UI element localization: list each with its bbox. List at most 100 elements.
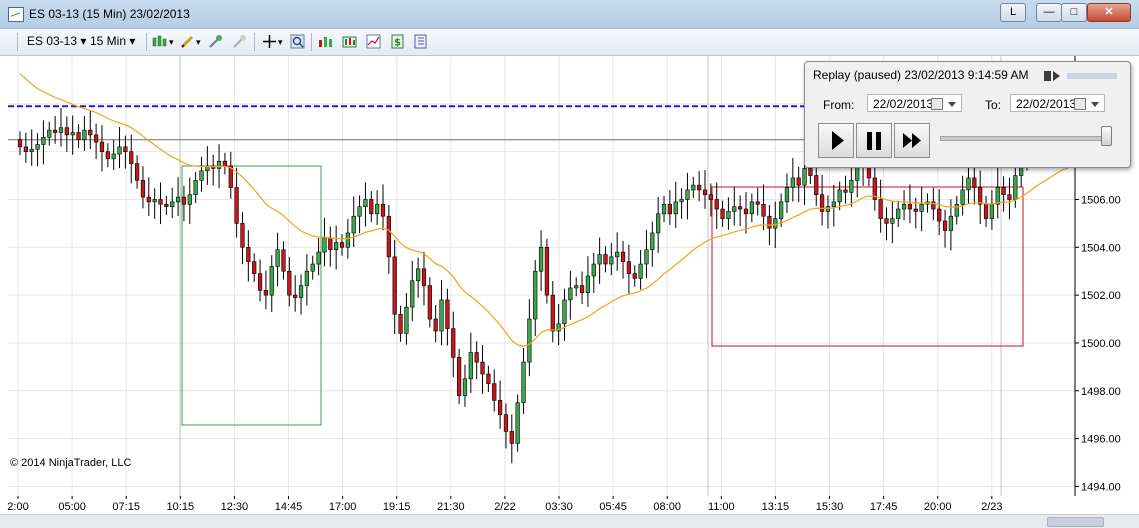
candle-body	[907, 203, 913, 210]
candle-body	[275, 249, 280, 267]
candle-body	[632, 273, 637, 279]
candle-body	[398, 313, 403, 334]
interval-selector[interactable]: 15 Min ▾	[90, 34, 135, 48]
candle-body	[181, 196, 187, 205]
zoom-icon[interactable]	[290, 34, 305, 49]
candle-body	[802, 168, 807, 186]
candle-body	[509, 431, 514, 444]
candle-body	[146, 196, 151, 203]
x-tick-label: 17:45	[870, 501, 898, 513]
from-label: From:	[823, 98, 855, 112]
maximize-button[interactable]: □	[1061, 3, 1087, 22]
candle-body	[942, 220, 948, 231]
y-tick-label: 1502.00	[1081, 290, 1121, 302]
candle-body	[158, 199, 163, 205]
dollar-icon[interactable]: $	[390, 34, 405, 49]
pause-button[interactable]	[856, 123, 892, 158]
chart-toolbar: ES 03-13 ▾ 15 Min ▾ ▾ ▾ ▾ $	[0, 29, 1139, 56]
candle-body	[199, 170, 204, 181]
candle-body	[884, 218, 889, 224]
time-axis: 2:00 05:00 07:15 10:15 12:30 14:45 17:00 19:15 2…	[0, 496, 1139, 514]
replay-speed-slider[interactable]	[1101, 126, 1112, 146]
to-date-picker[interactable]: 22/02/2013	[1010, 94, 1105, 112]
candle-body	[831, 201, 836, 207]
candle-body	[23, 146, 28, 152]
candle-body	[193, 180, 198, 195]
horizontal-scrollbar[interactable]	[0, 514, 1139, 528]
remove-marker-icon[interactable]	[232, 34, 247, 49]
candle-body	[363, 199, 368, 207]
from-date-picker[interactable]: 22/02/2013	[867, 94, 962, 112]
candle-body	[451, 328, 456, 358]
candle-body	[497, 400, 503, 415]
instrument-selector[interactable]: ES 03-13 ▾	[27, 34, 86, 48]
candle-body	[82, 129, 87, 140]
candle-body	[234, 187, 239, 224]
chevron-down-icon: ▾	[80, 34, 87, 48]
candle-body	[416, 268, 421, 282]
chevron-down-icon[interactable]: ▾	[169, 37, 174, 48]
candle-body	[339, 242, 345, 248]
y-tick-label: 1498.00	[1081, 386, 1121, 398]
minimize-button[interactable]: —	[1036, 3, 1062, 22]
candle-body	[105, 151, 110, 160]
candle-body	[76, 132, 81, 140]
candle-body	[954, 203, 959, 217]
candle-body	[240, 223, 245, 248]
candle-body	[849, 180, 854, 193]
candle-body	[808, 168, 813, 176]
candle-body	[287, 270, 292, 296]
candle-body	[890, 218, 895, 224]
x-tick-label: 10:15	[167, 501, 195, 513]
close-button[interactable]: ✕	[1087, 3, 1131, 22]
replay-speed-track[interactable]	[940, 136, 1112, 141]
toolbar-separator	[146, 33, 147, 51]
candle-body	[837, 189, 842, 203]
chevron-down-icon[interactable]: ▾	[278, 37, 283, 48]
chart-app-icon	[8, 7, 24, 22]
properties-icon[interactable]	[413, 34, 428, 49]
x-tick-label: 17:00	[329, 501, 357, 513]
fast-forward-button[interactable]	[894, 123, 930, 158]
scrollbar-thumb[interactable]	[1047, 517, 1104, 527]
candle-body	[298, 285, 304, 298]
chevron-down-icon[interactable]: ▾	[196, 37, 201, 48]
candle-body	[375, 203, 380, 215]
candle-body	[129, 151, 134, 164]
candle-body	[919, 203, 924, 212]
candle-body	[814, 175, 819, 195]
link-button[interactable]: L	[1000, 3, 1026, 22]
candle-body	[492, 383, 497, 401]
play-button[interactable]	[818, 123, 854, 158]
candle-body	[937, 208, 942, 222]
candle-body	[41, 137, 46, 145]
candle-body	[679, 199, 684, 203]
add-marker-icon[interactable]	[208, 34, 223, 49]
candle-body	[609, 256, 614, 265]
y-tick-label: 1494.00	[1081, 481, 1121, 493]
candle-body	[720, 208, 725, 219]
candle-body	[246, 247, 251, 262]
candle-body	[421, 268, 427, 286]
candle-body	[562, 299, 567, 325]
candle-body	[878, 199, 883, 219]
crosshair-icon[interactable]	[262, 34, 277, 49]
candle-body	[462, 378, 468, 396]
chart-style-icon[interactable]	[152, 34, 167, 49]
candle-body	[533, 270, 538, 320]
fast-forward-icon	[903, 133, 921, 148]
chevron-down-icon: ▾	[129, 34, 136, 48]
toolbar-grip	[17, 33, 18, 51]
strategies-icon[interactable]	[342, 34, 357, 49]
candle-body	[591, 263, 596, 277]
candle-body	[263, 290, 269, 296]
indicators-icon[interactable]	[318, 34, 333, 49]
candle-body	[17, 139, 23, 148]
candle-body	[743, 208, 749, 215]
candle-body	[99, 141, 105, 152]
candle-body	[345, 232, 350, 248]
line-chart-icon[interactable]	[366, 34, 381, 49]
y-tick-label: 1504.00	[1081, 242, 1121, 254]
candle-body	[843, 189, 848, 193]
drawing-tool-icon[interactable]	[180, 34, 195, 49]
